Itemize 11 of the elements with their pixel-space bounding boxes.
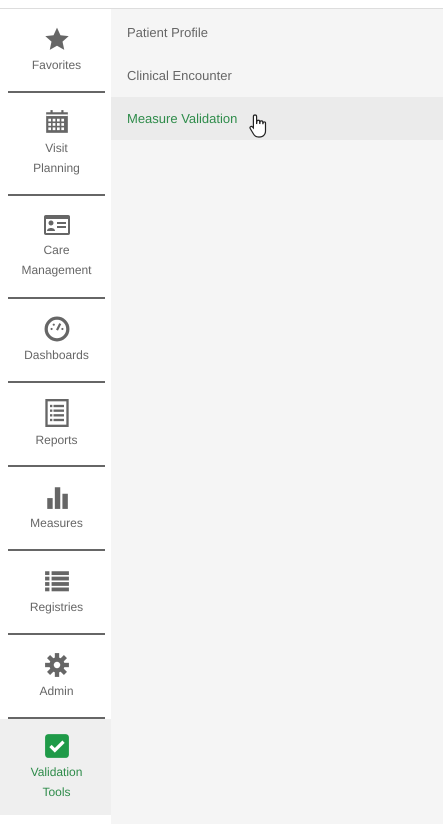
gauge-icon — [44, 316, 70, 342]
checkbox-icon — [44, 732, 70, 758]
menu-item[interactable]: Patient Profile — [111, 11, 443, 54]
menu-item[interactable]: Measure Validation — [111, 97, 443, 140]
list-document-icon — [44, 398, 68, 426]
calendar-icon — [44, 109, 70, 135]
menu-item[interactable]: Clinical Encounter — [111, 54, 443, 97]
sidebar-item[interactable]: Validation Tools — [0, 719, 111, 815]
star-icon — [44, 26, 70, 52]
settings-icon — [44, 652, 70, 678]
id-card-icon — [42, 213, 70, 237]
